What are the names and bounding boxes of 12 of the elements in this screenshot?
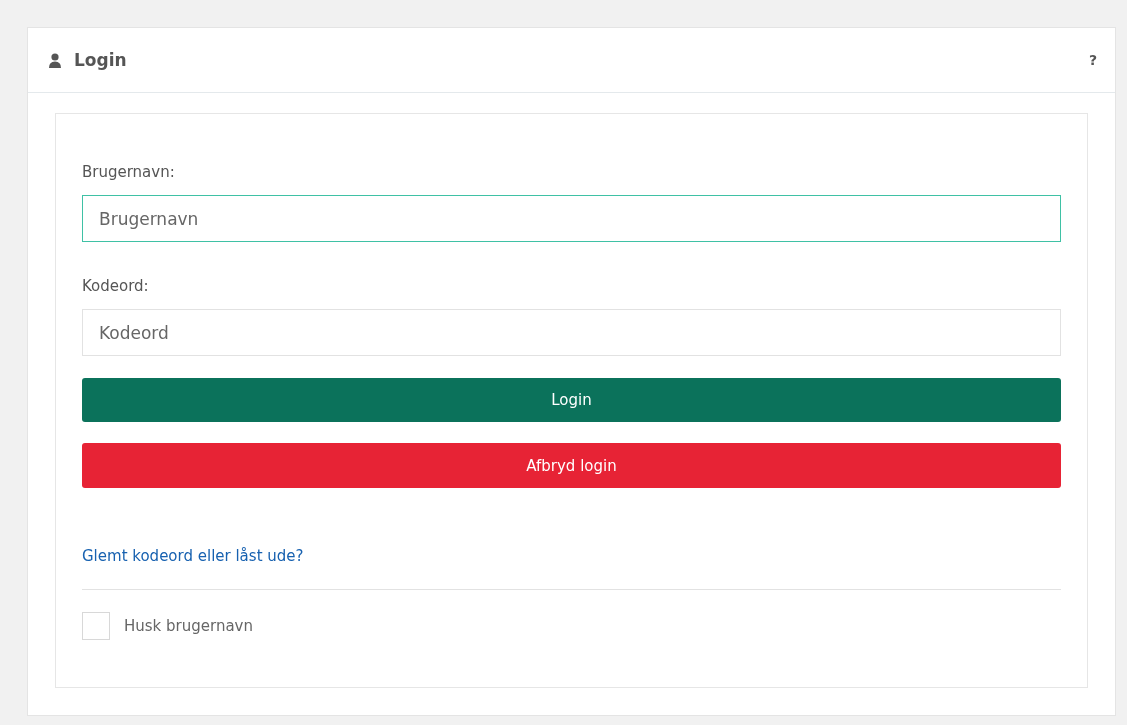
remember-checkbox[interactable] [82, 612, 110, 640]
field-label: Kodeord: [82, 276, 149, 296]
help-link[interactable]: ? [1088, 52, 1097, 68]
login-button[interactable]: Login [82, 378, 1061, 422]
user-icon [48, 52, 62, 68]
field-label: Brugernavn: [82, 162, 175, 182]
username-field[interactable]: Brugernavn [82, 195, 1061, 242]
cancel-button[interactable]: Afbryd login [82, 443, 1061, 488]
checkbox-label: Husk brugernavn [124, 617, 253, 635]
password-field[interactable]: Kodeord [82, 309, 1061, 356]
forgot-password-link[interactable]: Glemt kodeord eller låst ude? [82, 547, 304, 565]
panel-title: Login [74, 50, 128, 70]
